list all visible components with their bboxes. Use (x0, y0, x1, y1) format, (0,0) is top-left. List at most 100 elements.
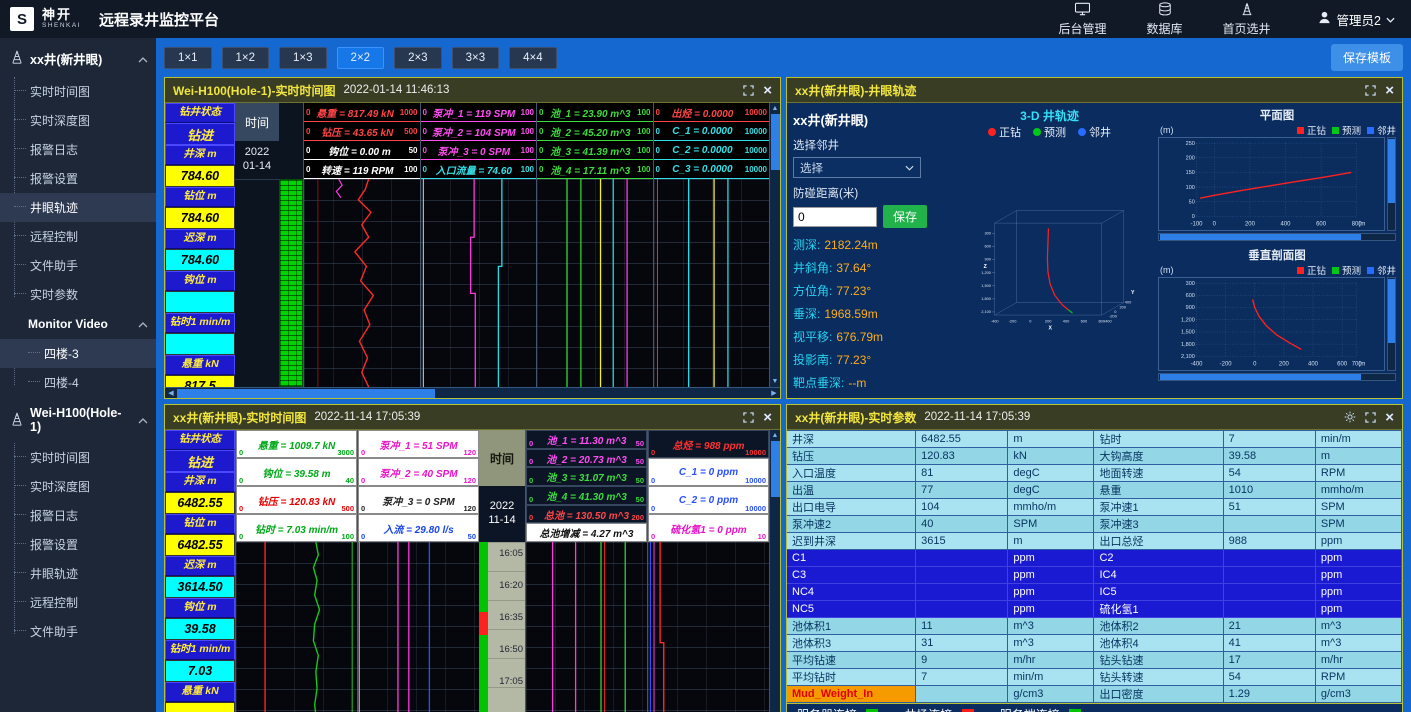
sidebar-item-1-4[interactable]: 井眼轨迹 (0, 559, 156, 588)
panel-titlebar: xx井(新井眼)-实时时间图 2022-11-14 17:05:39 × (165, 405, 780, 430)
scroll-up-arrow[interactable]: ▲ (772, 103, 779, 114)
scroll-thumb[interactable] (771, 114, 780, 170)
sidebar-item-0-5[interactable]: 远程控制 (0, 222, 156, 251)
sidebar-video-0[interactable]: 四楼-3 (0, 339, 156, 368)
svg-text:1,500: 1,500 (1181, 330, 1195, 336)
track-scale: 0池_2 = 45.20 m^3100 (537, 122, 653, 141)
sidebar-item-0-0[interactable]: 实时时间图 (0, 77, 156, 106)
well-name: xx井(新井眼) (793, 110, 941, 129)
traj-stat-3: 垂深:1968.59m (793, 305, 941, 322)
expand-icon[interactable] (743, 412, 754, 423)
subgroup-title: Monitor Video (28, 317, 108, 331)
close-icon[interactable]: × (1385, 83, 1394, 98)
sidebar-item-1-3[interactable]: 报警设置 (0, 530, 156, 559)
param-name: 钻时1 min/m (165, 313, 235, 333)
svg-text:600: 600 (984, 244, 991, 249)
sidebar-item-1-2[interactable]: 报警日志 (0, 501, 156, 530)
save-distance-button[interactable]: 保存 (883, 205, 927, 228)
tl-horizontal-scrollbar[interactable]: ◀ ▶ (165, 387, 780, 398)
param-name: 钩位 m (165, 598, 235, 618)
svg-text:(m: (m (1358, 362, 1365, 368)
layout-btn-2×3[interactable]: 2×3 (394, 47, 442, 69)
sidebar-item-0-1[interactable]: 实时深度图 (0, 106, 156, 135)
expand-icon[interactable] (1365, 412, 1376, 423)
expand-icon[interactable] (1365, 85, 1376, 96)
track-scale: 总池 = 130.50 m^30200 (526, 505, 647, 524)
scroll-thumb[interactable] (177, 389, 435, 398)
close-icon[interactable]: × (763, 83, 772, 98)
user-menu[interactable]: 管理员2 (1317, 10, 1395, 29)
section-vertical-slider[interactable] (1387, 277, 1396, 371)
param-value: 钻进 (165, 123, 235, 145)
sidebar-item-1-5[interactable]: 远程控制 (0, 588, 156, 617)
param-name: 出口密度 (1094, 686, 1223, 703)
plan-horizontal-slider[interactable] (1158, 233, 1396, 241)
close-icon[interactable]: × (1385, 410, 1394, 425)
sidebar-item-1-0[interactable]: 实时时间图 (0, 443, 156, 472)
svg-text:600: 600 (1316, 222, 1327, 228)
param-value: 39.58 (165, 618, 235, 640)
section-horizontal-slider[interactable] (1158, 373, 1396, 381)
layout-btn-2×2[interactable]: 2×2 (337, 47, 385, 69)
3d-title: 3-D 井轨迹 (945, 107, 1154, 124)
slider-thumb[interactable] (1388, 139, 1395, 203)
nav-item-2[interactable]: 首页选井 (1223, 2, 1271, 37)
svg-text:0: 0 (1029, 318, 1032, 323)
scroll-right-arrow[interactable]: ▶ (768, 389, 780, 397)
layout-btn-1×3[interactable]: 1×3 (279, 47, 327, 69)
sidebar-item-0-6[interactable]: 文件助手 (0, 251, 156, 280)
nav-item-1[interactable]: 数据库 (1147, 2, 1183, 37)
svg-text:400: 400 (1308, 362, 1319, 368)
sidebar-item-0-3[interactable]: 报警设置 (0, 164, 156, 193)
params-table: 井深6482.55m钻时7min/m钻压120.83kN大钩高度39.58m入口… (787, 430, 1402, 703)
sidebar-video-1[interactable]: 四楼-4 (0, 368, 156, 397)
plan-vertical-slider[interactable] (1387, 137, 1396, 231)
close-icon[interactable]: × (763, 410, 772, 425)
sidebar-item-0-4[interactable]: 井眼轨迹 (0, 193, 156, 222)
sidebar-well-1[interactable]: Wei-H100(Hole-1) (0, 397, 156, 443)
param-unit: g/cm3 (1316, 686, 1402, 703)
track-scale-label: C_2 = 0.0000 (662, 145, 743, 156)
neighbor-well-select[interactable]: 选择 (793, 157, 921, 178)
layout-btn-4×4[interactable]: 4×4 (509, 47, 557, 69)
param-value: 21 (1224, 618, 1316, 635)
slider-thumb[interactable] (1388, 279, 1395, 343)
svg-text:400: 400 (1281, 222, 1292, 228)
bl-vertical-scrollbar[interactable]: ▲ ▼ (769, 430, 780, 712)
param-name: 钻时1 min/m (165, 640, 235, 660)
layout-btn-3×3[interactable]: 3×3 (452, 47, 500, 69)
layout-btn-1×1[interactable]: 1×1 (164, 47, 212, 69)
sidebar-subgroup[interactable]: Monitor Video (0, 309, 156, 339)
sidebar-item-0-2[interactable]: 报警日志 (0, 135, 156, 164)
save-template-button[interactable]: 保存模板 (1331, 44, 1403, 71)
track-scale-label: 泵冲_3 = 0 SPM (382, 493, 455, 508)
nav-item-0[interactable]: 后台管理 (1059, 2, 1107, 37)
slider-thumb[interactable] (1160, 234, 1361, 240)
slider-thumb[interactable] (1160, 374, 1361, 380)
expand-icon[interactable] (743, 85, 754, 96)
param-name: 悬重 (1094, 482, 1223, 499)
param-value: 1.29 (1224, 686, 1316, 703)
sidebar-item-0-7[interactable]: 实时参数 (0, 280, 156, 309)
settings-gear-icon[interactable] (1344, 411, 1356, 423)
chevron-up-icon (138, 52, 148, 66)
sidebar-well-0[interactable]: xx井(新井眼) (0, 40, 156, 77)
layout-btn-1×2[interactable]: 1×2 (222, 47, 270, 69)
tl-plot-2 (537, 179, 653, 387)
scroll-up-arrow[interactable]: ▲ (772, 430, 779, 441)
user-icon (1317, 10, 1332, 28)
svg-text:1,800: 1,800 (1181, 342, 1195, 348)
scroll-down-arrow[interactable]: ▼ (772, 376, 779, 387)
scroll-left-arrow[interactable]: ◀ (165, 389, 177, 397)
traj-stat-4: 视平移:676.79m (793, 328, 941, 345)
param-value (165, 291, 235, 313)
tl-vertical-scrollbar[interactable]: ▲ ▼ (769, 103, 780, 387)
stat-label: 靶点垂深: (793, 376, 844, 390)
traj-stat-1: 井斜角:37.64° (793, 259, 941, 276)
param-name: 钻井状态 (165, 103, 235, 123)
param-value (165, 333, 235, 355)
sidebar-item-1-6[interactable]: 文件助手 (0, 617, 156, 646)
scroll-thumb[interactable] (771, 441, 780, 497)
sidebar-item-1-1[interactable]: 实时深度图 (0, 472, 156, 501)
collision-distance-input[interactable] (793, 207, 877, 227)
